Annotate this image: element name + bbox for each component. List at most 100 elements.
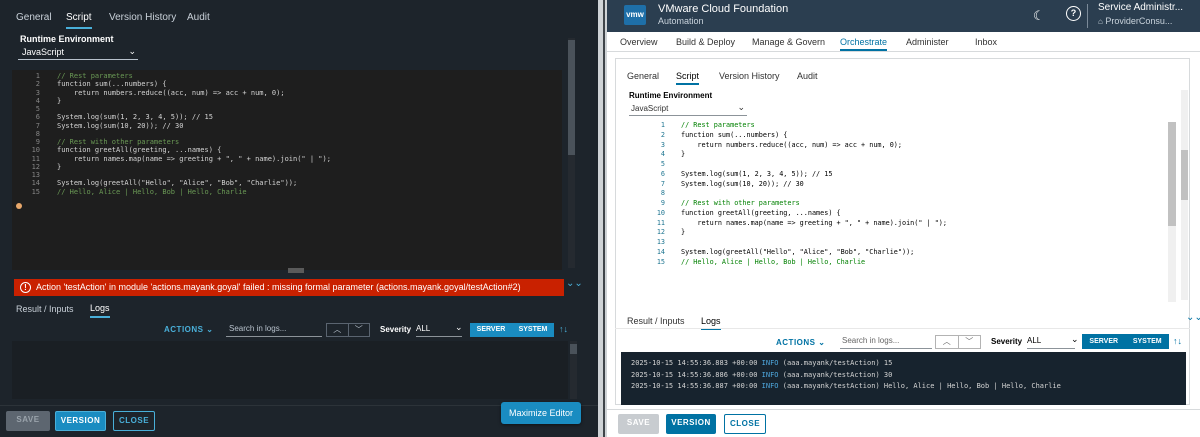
code-line: 5 [629, 160, 1169, 170]
line-number: 7 [35, 121, 40, 130]
code-line: 2 function sum(...numbers) { [12, 80, 552, 88]
editor-scrollbar-thumb[interactable] [568, 40, 575, 155]
tab-general[interactable]: General [16, 7, 52, 29]
chevron-down-icon[interactable]: ﹀ [959, 336, 981, 348]
line-number: 13 [656, 238, 665, 246]
tab-result-inputs[interactable]: Result / Inputs [627, 316, 685, 326]
code-text: function greetAll(greeting, ...names) { [57, 146, 222, 155]
chevron-down-icon[interactable]: ﹀ [349, 324, 370, 336]
code-text: } [57, 162, 62, 171]
help-icon[interactable]: ? [1066, 6, 1081, 21]
code-text: // Rest parameters [681, 121, 755, 129]
code-line: 11 return names.map(name => greeting + "… [12, 155, 552, 163]
severity-select[interactable]: ALL [1027, 335, 1075, 349]
runtime-environment-label: Runtime Environment [629, 91, 713, 100]
tab-script[interactable]: Script [66, 7, 92, 29]
tab-script[interactable]: Script [676, 71, 700, 85]
line-number: 6 [35, 113, 40, 122]
collapse-chevron-icon[interactable]: ⌄⌄ [1186, 312, 1200, 323]
code-text: System.log(greetAll("Hello", "Alice", "B… [681, 247, 915, 256]
actions-label: ACTIONS [164, 325, 204, 334]
panel-scrollbar-thumb[interactable] [1181, 150, 1188, 200]
server-button[interactable]: SERVER [1082, 334, 1126, 349]
log-entry: 2025-10-15 14:55:36.883 +00:00 INFO (aaa… [631, 358, 1176, 370]
version-button[interactable]: VERSION [666, 414, 716, 434]
chevron-down-icon: ⌄ [1071, 334, 1079, 344]
tab-version-history[interactable]: Version History [719, 71, 780, 81]
log-output [12, 341, 568, 399]
line-number: 14 [31, 179, 40, 188]
code-text: // Hello, Alice | Hello, Bob | Hello, Ch… [681, 257, 866, 266]
code-text: return names.map(name => greeting + ", "… [681, 218, 947, 227]
line-number: 11 [31, 154, 40, 163]
error-icon: ! [20, 282, 31, 293]
code-line: 15 // Hello, Alice | Hello, Bob | Hello, … [629, 258, 1169, 268]
line-number: 5 [35, 105, 40, 113]
chevron-down-icon: ⌄ [128, 46, 136, 56]
header-separator [1087, 4, 1088, 28]
vmw-logo[interactable]: vmw [624, 5, 646, 25]
save-button[interactable]: SAVE [618, 414, 659, 434]
code-text: System.log(sum(10, 20)); // 30 [681, 179, 804, 188]
code-line: 11 return names.map(name => greeting + "… [629, 219, 1169, 229]
code-line: 12} [12, 163, 552, 171]
nav-orchestrate[interactable]: Orchestrate [840, 37, 888, 51]
nav-administer[interactable]: Administer [906, 37, 949, 47]
code-text: // Rest with other parameters [57, 138, 180, 146]
search-logs-input[interactable]: Search in logs... [840, 335, 932, 349]
code-editor[interactable]: 1 // Rest parameters 2 function sum(...numb… [12, 70, 562, 270]
tab-version-history[interactable]: Version History [109, 7, 176, 29]
log-lvl: INFO [761, 382, 779, 390]
code-line: 10 function greetAll(greeting, ...names) … [629, 209, 1169, 219]
tab-logs[interactable]: Logs [90, 300, 110, 318]
breakpoint-icon[interactable] [16, 203, 22, 209]
system-button[interactable]: SYSTEM [512, 323, 554, 337]
code-line: 9 // Rest with other parameters [12, 138, 552, 146]
actions-dropdown[interactable]: ACTIONS ⌄ [776, 338, 825, 347]
moon-icon[interactable]: ☾ [1033, 8, 1045, 24]
version-button[interactable]: VERSION [55, 411, 106, 431]
save-button[interactable]: SAVE [6, 411, 50, 431]
close-button[interactable]: CLOSE [724, 414, 766, 434]
chevron-up-icon[interactable]: ︿ [936, 336, 959, 348]
maximize-editor-button[interactable]: Maximize Editor [501, 402, 581, 424]
tab-audit[interactable]: Audit [187, 7, 210, 29]
code-text: } [57, 96, 62, 105]
runtime-select[interactable]: JavaScript ⌄ [18, 45, 138, 60]
code-text: return numbers.reduce((acc, num) => acc … [57, 88, 285, 97]
chevron-up-icon[interactable]: ︿ [327, 324, 349, 336]
code-line: 3 return numbers.reduce((acc, num) => ac… [629, 141, 1169, 151]
line-number: 15 [31, 187, 40, 196]
nav-build-deploy[interactable]: Build & Deploy [676, 37, 735, 47]
nav-overview[interactable]: Overview [620, 37, 658, 47]
log-scrollbar-thumb[interactable] [570, 344, 577, 354]
tab-result-inputs[interactable]: Result / Inputs [16, 300, 74, 318]
editor-hscroll-thumb[interactable] [288, 268, 304, 273]
system-button[interactable]: SYSTEM [1126, 334, 1170, 349]
log-ts: 2025-10-15 14:55:36.886 +00:00 [631, 370, 758, 379]
close-button[interactable]: CLOSE [113, 411, 155, 431]
tab-general[interactable]: General [627, 71, 659, 81]
nav-inbox[interactable]: Inbox [975, 37, 997, 47]
sort-arrows-icon[interactable]: ↑↓ [1173, 336, 1182, 346]
runtime-select[interactable]: JavaScript ⌄ [629, 102, 747, 116]
editor-scrollbar-thumb[interactable] [1168, 122, 1176, 226]
app-title: VMware Cloud Foundation [658, 3, 789, 15]
sort-arrows-icon[interactable]: ↑↓ [559, 324, 568, 334]
collapse-chevron-icon[interactable]: ⌄⌄ [566, 278, 583, 289]
code-line: 1 // Rest parameters [629, 121, 1169, 131]
nav-manage-govern[interactable]: Manage & Govern [752, 37, 825, 47]
server-button[interactable]: SERVER [470, 323, 512, 337]
chevron-down-icon: ⌄ [737, 102, 745, 112]
code-line: 9 // Rest with other parameters [629, 199, 1169, 209]
org-name[interactable]: ⌂ ProviderConsu... [1098, 16, 1172, 26]
search-logs-input[interactable]: Search in logs... [226, 323, 322, 337]
code-editor[interactable]: 1 // Rest parameters 2 function sum(...numb… [629, 120, 1175, 304]
tab-audit[interactable]: Audit [797, 71, 818, 81]
line-number: 12 [656, 228, 665, 237]
code-text: } [681, 228, 686, 237]
actions-dropdown[interactable]: ACTIONS ⌄ [164, 325, 213, 334]
severity-label: Severity [380, 325, 412, 334]
user-name[interactable]: Service Administr... [1098, 2, 1183, 13]
line-number: 3 [660, 140, 665, 149]
